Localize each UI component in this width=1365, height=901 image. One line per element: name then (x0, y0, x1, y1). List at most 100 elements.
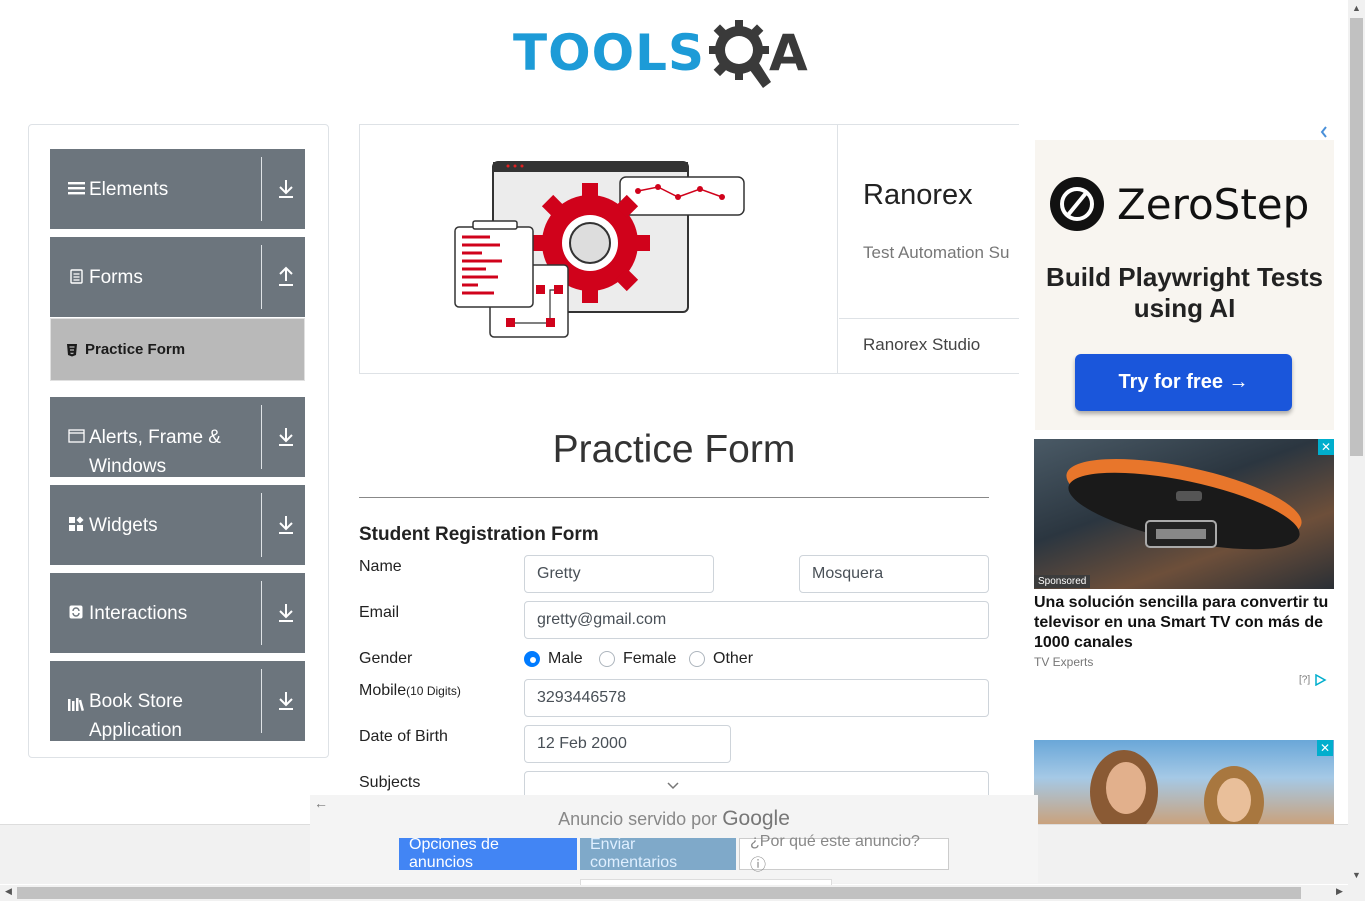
ad-served-text: Anuncio servido por (558, 809, 718, 829)
gender-label: Gender (359, 650, 413, 667)
scrollbar-thumb[interactable] (1350, 18, 1363, 456)
sidebar-group-label: Book Store Application (89, 691, 183, 741)
tv-ad-source[interactable]: TV Experts (1034, 655, 1093, 669)
form-heading: Student Registration Form (359, 524, 599, 545)
menu-icon (67, 179, 85, 197)
zerostep-tagline: Build Playwright Tests using AI (1046, 262, 1323, 323)
last-name-input[interactable]: Mosquera (799, 555, 989, 593)
zerostep-name: ZeroStep (1117, 180, 1310, 229)
ad-help-link[interactable]: [?] (1299, 673, 1327, 687)
gender-radio-other[interactable]: Other (689, 650, 753, 668)
date-of-birth-input[interactable]: 12 Feb 2000 (524, 725, 731, 763)
women-ad-image[interactable] (1034, 740, 1334, 824)
arrow-down-icon[interactable] (276, 688, 296, 712)
banner-footer: Ranorex Studio (863, 335, 981, 354)
adchoices-icon[interactable] (1313, 673, 1327, 687)
banner-subtitle: Test Automation Su (863, 243, 1010, 262)
mobile-label: Mobile(10 Digits) (359, 682, 461, 700)
scroll-right-icon[interactable]: ▶ (1336, 886, 1343, 897)
arrow-down-icon[interactable] (276, 424, 296, 448)
sidebar-group-widgets[interactable]: Widgets (50, 485, 305, 565)
radio-icon[interactable] (599, 651, 615, 667)
zerostep-ad[interactable]: ZeroStep Build Playwright Tests using AI… (1035, 140, 1334, 430)
ad-feedback-panel: ← Anuncio servido por Google Opciones de… (310, 795, 1038, 883)
divider (359, 497, 989, 498)
zerostep-logo-icon (1050, 177, 1104, 231)
women-beach-image (1090, 750, 1264, 824)
page-title: Practice Form (552, 428, 796, 471)
divider (261, 669, 262, 733)
ranorex-banner[interactable]: Ranorex Test Automation Su Ranorex Studi… (359, 124, 1020, 374)
dob-label: Date of Birth (359, 728, 448, 745)
divider (261, 405, 262, 469)
vertical-scrollbar[interactable]: ▲ ▼ (1348, 0, 1365, 885)
mobile-label-text: Mobile (359, 682, 407, 699)
arrow-down-icon[interactable] (276, 512, 296, 536)
email-input[interactable]: gretty@gmail.com (524, 601, 989, 639)
window-icon (67, 427, 85, 445)
toolsqa-logo[interactable]: TOOLS A (513, 14, 808, 92)
sidebar-item-label: Practice Form (85, 341, 186, 358)
google-logo: Google (722, 807, 790, 830)
radio-label: Other (713, 650, 754, 667)
ad-served-by: Anuncio servido por Google (310, 807, 1038, 831)
scroll-down-icon[interactable]: ▼ (1352, 870, 1361, 880)
sidebar-group-label: Forms (89, 267, 143, 288)
banner-illustration (360, 125, 838, 373)
divider (839, 318, 1020, 319)
arrow-down-icon[interactable] (276, 600, 296, 624)
banner-title: Ranorex (863, 179, 973, 211)
html5-icon (67, 344, 77, 357)
email-label: Email (359, 604, 400, 621)
arrow-up-icon[interactable] (276, 264, 296, 288)
mobile-label-hint: (10 Digits) (406, 684, 461, 698)
radio-icon[interactable] (689, 651, 705, 667)
scroll-left-icon[interactable]: ◀ (5, 886, 12, 897)
tv-device-ad-image[interactable] (1034, 439, 1334, 589)
sidebar-group-alerts[interactable]: Alerts, Frame & Windows (50, 397, 305, 477)
books-icon (67, 695, 85, 713)
sidebar-group-label: Elements (89, 179, 169, 200)
chevron-down-icon[interactable] (666, 781, 680, 791)
sidebar-group-book-store[interactable]: Book Store Application (50, 661, 305, 741)
sponsored-badge: Sponsored (1034, 575, 1091, 588)
divider (261, 581, 262, 645)
mobile-input[interactable]: 3293446578 (524, 679, 989, 717)
sidebar-item-practice-form[interactable]: Practice Form (50, 318, 305, 381)
divider (261, 157, 262, 221)
scroll-up-icon[interactable]: ▲ (1352, 3, 1361, 13)
automation-gear-illustration (454, 161, 745, 338)
gender-radio-female[interactable]: Female (599, 650, 676, 668)
send-feedback-button[interactable]: Enviar comentarios (580, 836, 736, 871)
radio-selected-icon[interactable] (524, 651, 540, 667)
logo-text-tools: TOOLS (513, 24, 705, 82)
horizontal-scrollbar[interactable]: ◀ ▶ (0, 885, 1365, 901)
close-ad-icon[interactable]: ✕ (1318, 439, 1334, 455)
arrow-down-icon[interactable] (276, 176, 296, 200)
scrollbar-thumb[interactable] (17, 887, 1301, 899)
ad-help-text: [?] (1299, 674, 1311, 686)
logo-text-a: A (769, 24, 808, 82)
hdmi-stick-image (1066, 458, 1302, 550)
sidebar-group-elements[interactable]: Elements (50, 149, 305, 229)
gear-magnifier-icon (709, 20, 771, 88)
sidebar-group-interactions[interactable]: Interactions (50, 573, 305, 653)
divider (261, 493, 262, 557)
why-this-ad-button[interactable]: ¿Por qué este anuncio? ⓘ (739, 833, 949, 874)
gender-radio-male[interactable]: Male (524, 650, 583, 668)
tv-ad-title[interactable]: Una solución sencilla para convertir tu … (1034, 593, 1334, 653)
sidebar-group-forms[interactable]: Forms (50, 237, 305, 317)
subjects-label: Subjects (359, 774, 421, 791)
refresh-icon (67, 603, 85, 621)
adchoices-chevron-icon[interactable] (1318, 124, 1330, 140)
sidebar-group-label: Interactions (89, 603, 188, 624)
ad-options-button[interactable]: Opciones de anuncios (399, 836, 577, 871)
first-name-input[interactable]: Gretty (524, 555, 714, 593)
radio-label: Female (623, 650, 677, 667)
sidebar: Elements Forms Practice Form Alerts, Fra… (28, 124, 329, 758)
close-ad-icon[interactable]: ✕ (1317, 740, 1333, 756)
name-label: Name (359, 558, 402, 575)
sidebar-group-label: Alerts, Frame & Windows (89, 427, 221, 477)
try-for-free-button[interactable]: Try for free → (1075, 354, 1292, 411)
page: TOOLS A Elements Forms Practice Form Ale… (0, 0, 1365, 901)
